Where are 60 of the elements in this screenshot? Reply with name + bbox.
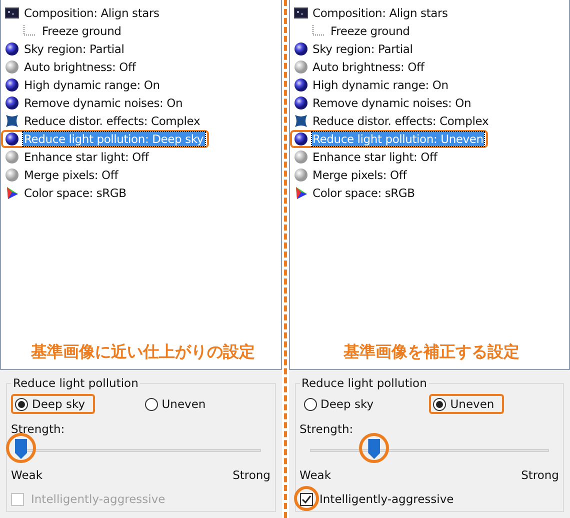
list-item[interactable]: Merge pixels: Off xyxy=(23,168,120,182)
check-icon xyxy=(300,494,312,504)
list-item[interactable]: Freeze ground xyxy=(41,24,122,38)
list-item[interactable]: Composition: Align stars xyxy=(23,6,160,20)
radio-option[interactable]: Deep sky xyxy=(11,394,96,414)
group-title: Reduce light pollution xyxy=(12,376,140,390)
radio-option[interactable]: Uneven xyxy=(140,394,216,414)
color-triangle-icon xyxy=(5,186,19,200)
distortion-icon xyxy=(5,114,19,128)
list-item[interactable]: Reduce distor. effects: Complex xyxy=(312,114,490,128)
sphere-icon xyxy=(294,96,308,110)
list-item[interactable]: Sky region: Partial xyxy=(23,42,126,56)
list-item[interactable]: Freeze ground xyxy=(330,24,411,38)
sphere-icon xyxy=(294,78,308,92)
annotation-caption: 基準画像に近い仕上がりの設定 xyxy=(30,342,256,363)
tree-line-icon xyxy=(312,25,326,37)
sphere-icon xyxy=(5,78,19,92)
sphere-icon xyxy=(294,132,308,146)
distortion-icon xyxy=(294,114,308,128)
list-item[interactable]: Remove dynamic noises: On xyxy=(23,96,184,110)
image-icon xyxy=(294,7,308,19)
checkbox[interactable] xyxy=(300,492,312,506)
group-title: Reduce light pollution xyxy=(300,376,428,390)
list-item[interactable]: Merge pixels: Off xyxy=(312,168,408,182)
min-label: Weak xyxy=(11,468,42,482)
checkbox-label: Intelligently-aggressive xyxy=(320,492,454,506)
sphere-icon xyxy=(294,168,308,182)
sphere-icon xyxy=(5,132,19,146)
sphere-icon xyxy=(294,42,308,56)
checkbox-label: Intelligently-aggressive xyxy=(31,492,166,506)
list-item[interactable]: Color space: sRGB xyxy=(23,186,128,200)
radio-option[interactable]: Uneven xyxy=(429,394,504,414)
color-triangle-icon xyxy=(294,186,308,200)
sphere-icon xyxy=(5,96,19,110)
annotation-caption: 基準画像を補正する設定 xyxy=(342,342,520,363)
radio-option[interactable]: Deep sky xyxy=(300,394,384,414)
list-item[interactable]: Color space: sRGB xyxy=(312,186,416,200)
tree-line-icon xyxy=(23,25,37,37)
strength-label: Strength: xyxy=(300,422,354,436)
list-item[interactable]: Composition: Align stars xyxy=(312,6,449,20)
min-label: Weak xyxy=(300,468,331,482)
list-item[interactable]: High dynamic range: On xyxy=(23,78,161,92)
list-item[interactable]: Enhance star light: Off xyxy=(23,150,150,164)
sphere-icon xyxy=(5,168,19,182)
sphere-icon xyxy=(294,60,308,74)
list-item[interactable]: Auto brightness: Off xyxy=(23,60,137,74)
list-item[interactable]: Reduce distor. effects: Complex xyxy=(23,114,202,128)
list-item[interactable]: Auto brightness: Off xyxy=(312,60,426,74)
sphere-icon xyxy=(5,150,19,164)
list-item[interactable]: Enhance star light: Off xyxy=(312,150,438,164)
sphere-icon xyxy=(5,60,19,74)
list-item[interactable]: High dynamic range: On xyxy=(312,78,450,92)
image-icon xyxy=(5,7,19,19)
max-label: Strong xyxy=(521,468,559,482)
max-label: Strong xyxy=(232,468,270,482)
sphere-icon xyxy=(294,150,308,164)
list-item[interactable]: Remove dynamic noises: On xyxy=(312,96,472,110)
sphere-icon xyxy=(5,42,19,56)
list-item[interactable]: Sky region: Partial xyxy=(312,42,414,56)
strength-label: Strength: xyxy=(11,422,66,436)
